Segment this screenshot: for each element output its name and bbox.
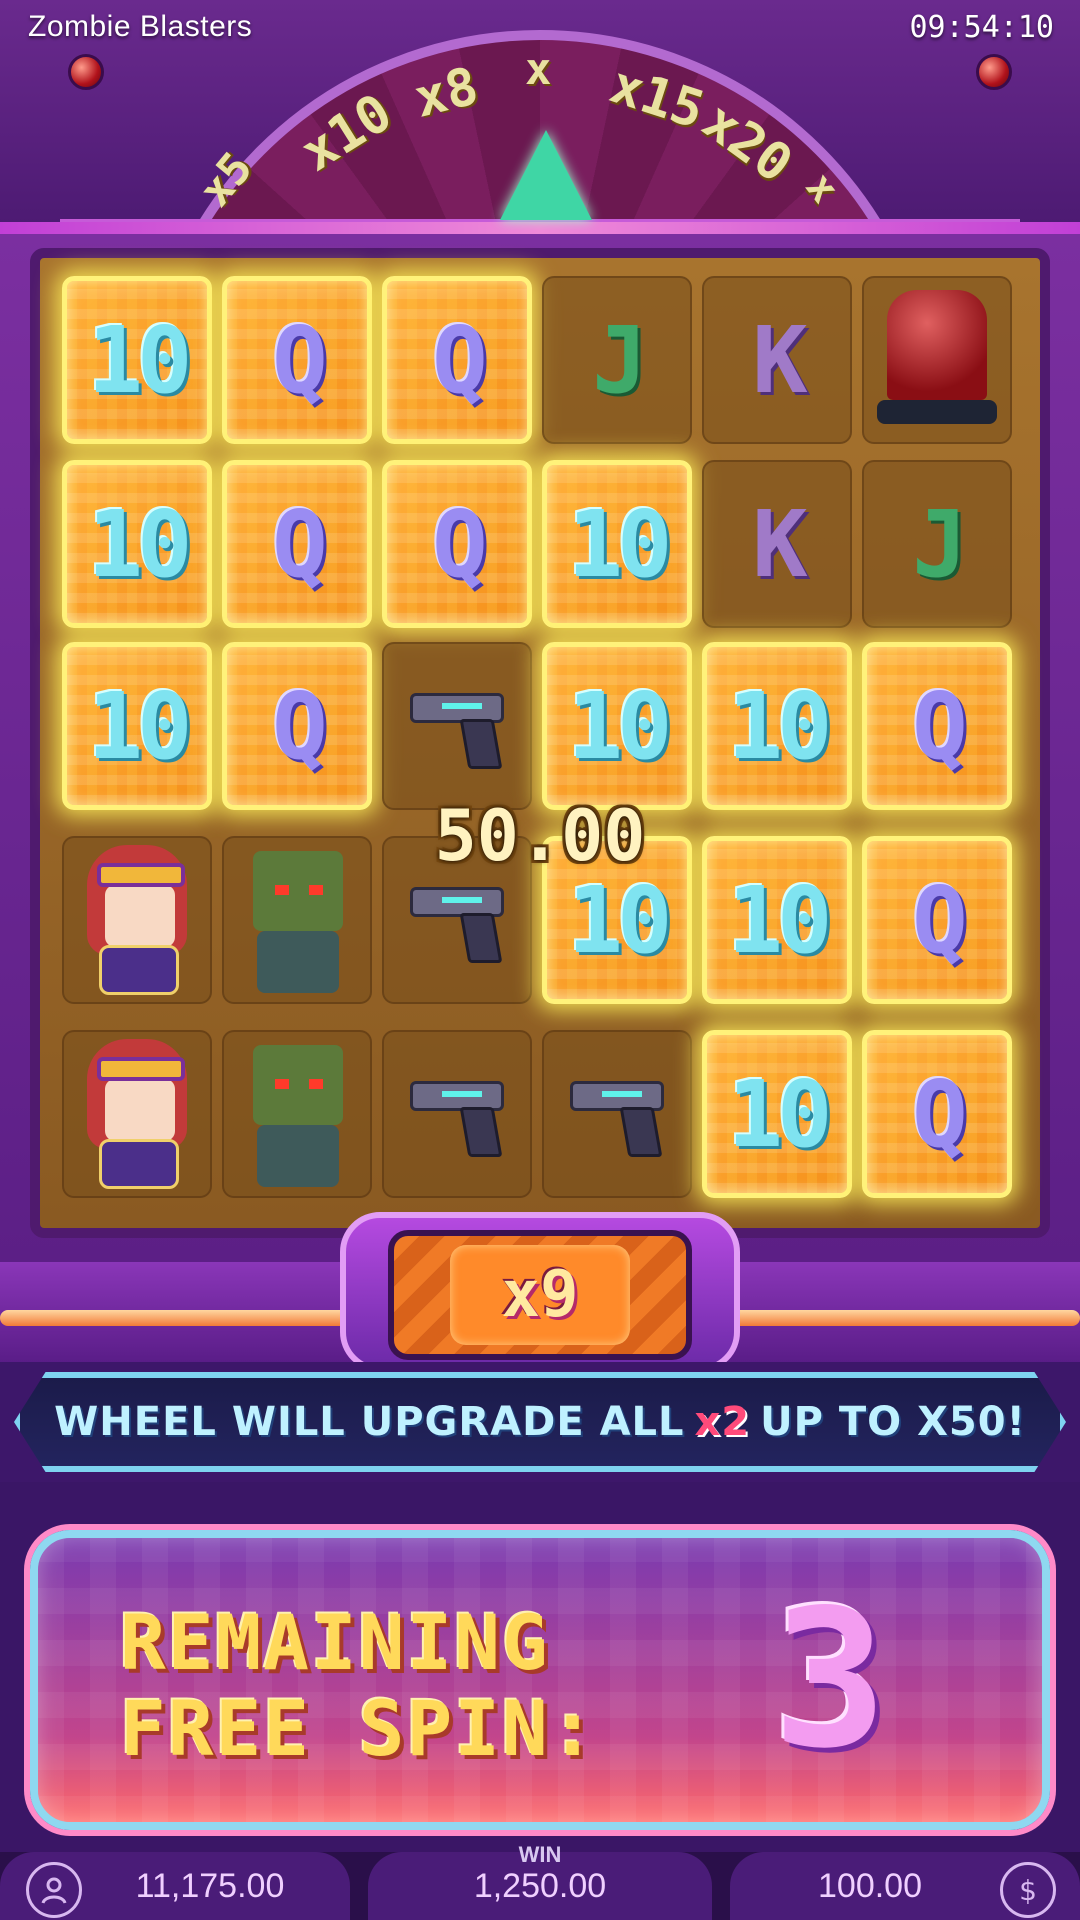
wheel-segment: x bbox=[525, 44, 552, 95]
symbol-cell: Q bbox=[222, 642, 372, 810]
queen-symbol: Q bbox=[912, 1060, 967, 1168]
blaster-icon bbox=[402, 875, 512, 965]
symbol-cell: 10 bbox=[542, 460, 692, 628]
zombie-icon bbox=[237, 845, 357, 995]
bet-value: 100.00 bbox=[818, 1866, 922, 1905]
queen-symbol: Q bbox=[432, 306, 487, 414]
symbol-cell: K bbox=[702, 460, 852, 628]
wheel-segment: x8 bbox=[408, 56, 484, 130]
siren-icon bbox=[877, 290, 997, 430]
banner-highlight: x2 bbox=[694, 1399, 751, 1445]
symbol-cell: Q bbox=[382, 276, 532, 444]
banner-text: UP TO X50! bbox=[760, 1399, 1026, 1445]
symbol-cell bbox=[222, 1030, 372, 1198]
hero-icon bbox=[77, 845, 197, 995]
ten-symbol: 10 bbox=[87, 306, 193, 414]
ten-symbol: 10 bbox=[567, 866, 673, 974]
free-spin-label-line: REMAINING bbox=[120, 1598, 550, 1687]
win-label: WIN bbox=[518, 1842, 562, 1867]
balance-value: 11,175.00 bbox=[135, 1866, 285, 1905]
king-symbol: K bbox=[752, 306, 807, 414]
symbol-cell: J bbox=[542, 276, 692, 444]
rail-left bbox=[0, 1310, 360, 1326]
win-value: 1,250.00 bbox=[473, 1866, 607, 1905]
king-symbol: K bbox=[752, 490, 807, 598]
rail-right bbox=[720, 1310, 1080, 1326]
app-title: Zombie Blasters bbox=[28, 10, 253, 43]
ten-symbol: 10 bbox=[567, 490, 673, 598]
symbol-cell bbox=[542, 1030, 692, 1198]
banner-text: WHEEL WILL UPGRADE ALL bbox=[54, 1399, 685, 1445]
symbol-cell: Q bbox=[222, 460, 372, 628]
queen-symbol: Q bbox=[912, 672, 967, 780]
ten-symbol: 10 bbox=[567, 672, 673, 780]
jack-symbol: J bbox=[912, 490, 967, 598]
queen-symbol: Q bbox=[272, 672, 327, 780]
symbol-cell bbox=[222, 836, 372, 1004]
symbol-cell: J bbox=[862, 460, 1012, 628]
clock: 09:54:10 bbox=[909, 10, 1055, 45]
queen-symbol: Q bbox=[272, 306, 327, 414]
ten-symbol: 10 bbox=[87, 672, 193, 780]
jack-symbol: J bbox=[592, 306, 647, 414]
free-spin-label-line: FREE SPIN: bbox=[120, 1684, 598, 1773]
symbol-cell: 10 bbox=[702, 642, 852, 810]
symbol-cell: 10 bbox=[542, 642, 692, 810]
blaster-icon bbox=[402, 1069, 512, 1159]
symbol-cell bbox=[62, 836, 212, 1004]
queen-symbol: Q bbox=[272, 490, 327, 598]
symbol-cell: K bbox=[702, 276, 852, 444]
free-spin-count: 3 bbox=[772, 1569, 888, 1790]
symbol-cell: Q bbox=[382, 460, 532, 628]
queen-symbol: Q bbox=[432, 490, 487, 598]
divider bbox=[0, 222, 1080, 234]
blaster-icon bbox=[402, 681, 512, 771]
ten-symbol: 10 bbox=[87, 490, 193, 598]
symbol-cell: 10 bbox=[62, 276, 212, 444]
ten-symbol: 10 bbox=[727, 672, 833, 780]
ten-symbol: 10 bbox=[727, 866, 833, 974]
multiplier-value: x9 bbox=[450, 1245, 630, 1345]
free-spin-label: REMAINING FREE SPIN: bbox=[120, 1600, 680, 1772]
user-menu-icon[interactable] bbox=[26, 1862, 82, 1918]
blaster-icon bbox=[562, 1069, 672, 1159]
rivet-icon bbox=[976, 54, 1012, 90]
symbol-cell: 10 bbox=[702, 836, 852, 1004]
queen-symbol: Q bbox=[912, 866, 967, 974]
symbol-cell bbox=[62, 1030, 212, 1198]
symbol-cell: Q bbox=[862, 642, 1012, 810]
multiplier-badge: x9 bbox=[388, 1230, 692, 1360]
symbol-cell: 10 bbox=[62, 460, 212, 628]
info-banner: WHEEL WILL UPGRADE ALL x2 UP TO X50! bbox=[14, 1372, 1066, 1472]
symbol-cell bbox=[382, 642, 532, 810]
zombie-icon bbox=[237, 1039, 357, 1189]
symbol-cell: Q bbox=[862, 836, 1012, 1004]
symbol-cell: Q bbox=[862, 1030, 1012, 1198]
symbol-cell: 10 bbox=[702, 1030, 852, 1198]
ten-symbol: 10 bbox=[727, 1060, 833, 1168]
wheel-pointer-icon bbox=[500, 130, 592, 220]
dollar-coin-icon[interactable]: $ bbox=[1000, 1862, 1056, 1918]
rivet-icon bbox=[68, 54, 104, 90]
hero-icon bbox=[77, 1039, 197, 1189]
symbol-cell: 10 bbox=[62, 642, 212, 810]
symbol-cell bbox=[382, 1030, 532, 1198]
symbol-cell: Q bbox=[222, 276, 372, 444]
symbol-cell bbox=[862, 276, 1012, 444]
win-amount: 50.00 bbox=[434, 795, 646, 877]
